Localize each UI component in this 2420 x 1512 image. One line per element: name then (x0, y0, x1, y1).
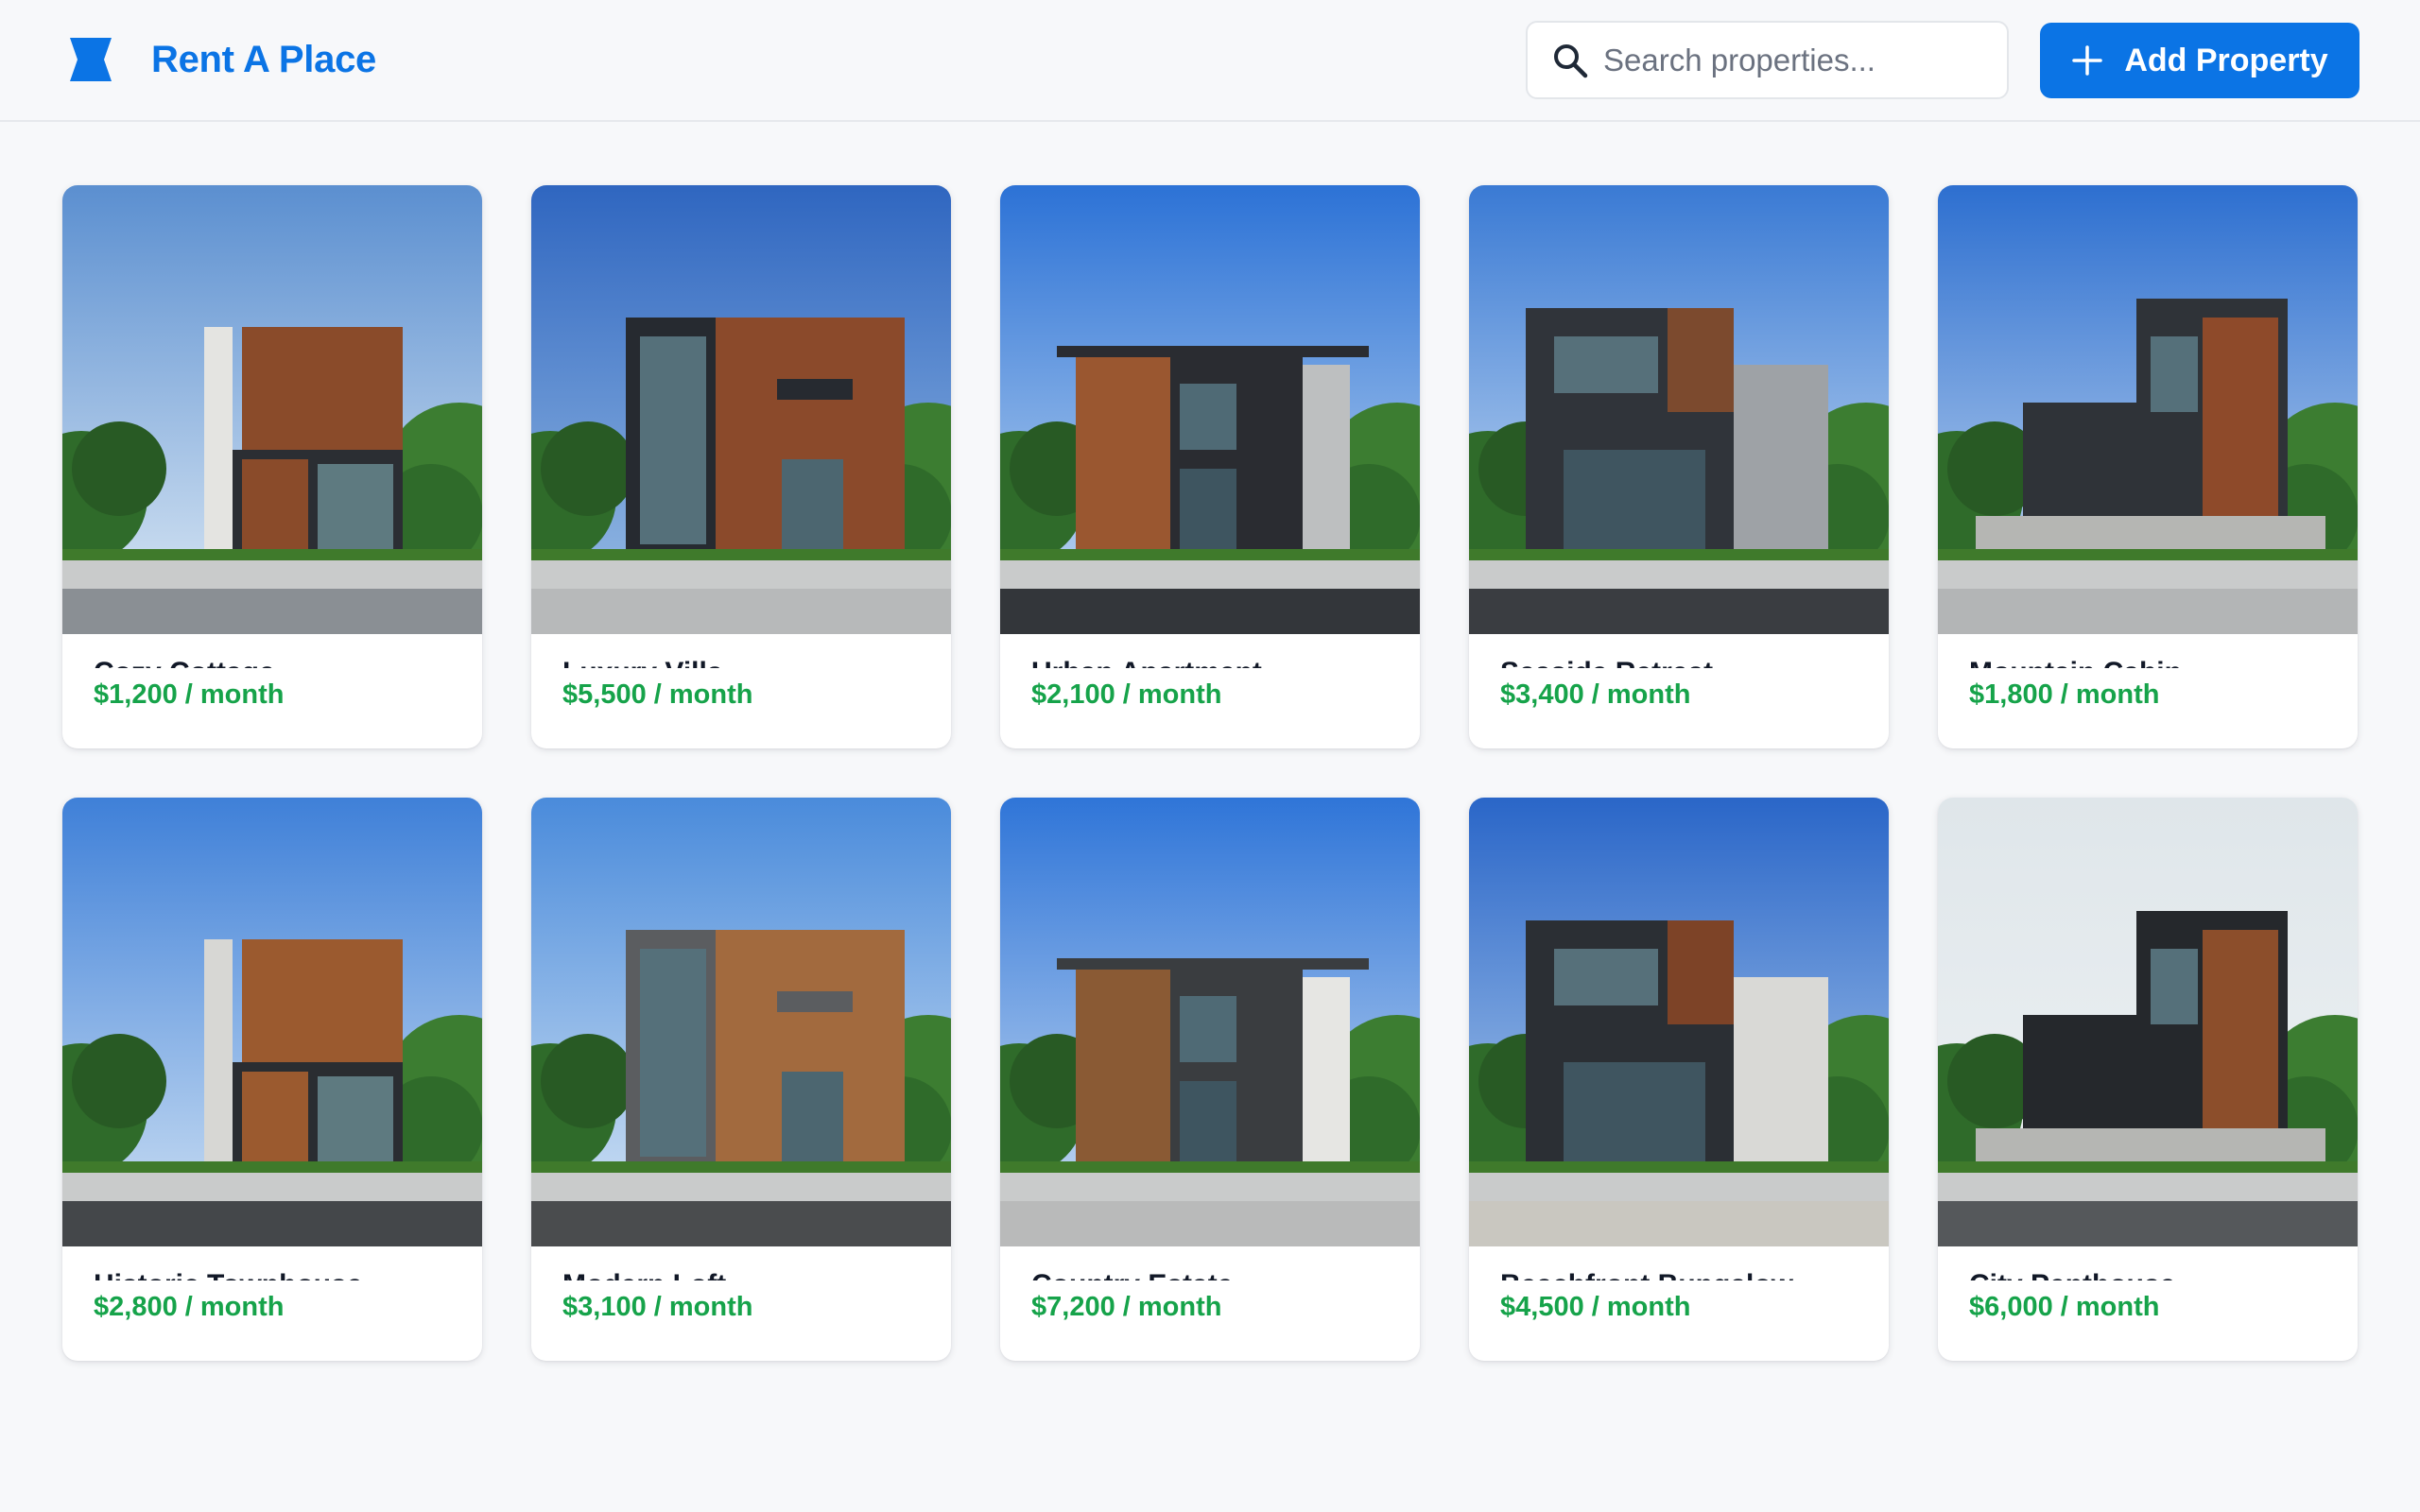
bookmark-ribbon-icon (70, 38, 112, 81)
property-photo (1469, 798, 1889, 1246)
plus-icon (2072, 45, 2103, 76)
add-property-label: Add Property (2124, 42, 2328, 78)
property-photo (531, 798, 951, 1246)
property-card[interactable]: Beachfront Bungalow $4,500 / month (1469, 798, 1889, 1361)
card-body: Modern Loft $3,100 / month (531, 1246, 951, 1361)
property-title: Cozy Cottage (94, 655, 275, 668)
property-card[interactable]: Historic Townhouse $2,800 / month (62, 798, 482, 1361)
card-body: City Penthouse $6,000 / month (1938, 1246, 2358, 1361)
search-icon (1554, 43, 1588, 77)
search-box[interactable] (1526, 21, 2009, 99)
property-title: Mountain Cabin (1969, 655, 2182, 668)
property-card[interactable]: Cozy Cottage $1,200 / month (62, 185, 482, 748)
property-title: Urban Apartment (1031, 655, 1262, 668)
property-price: $3,400 / month (1500, 679, 1691, 710)
property-title: Beachfront Bungalow (1500, 1267, 1793, 1280)
property-card[interactable]: Modern Loft $3,100 / month (531, 798, 951, 1361)
property-photo (62, 185, 482, 634)
property-grid: Cozy Cottage $1,200 / month Luxury Villa $5… (62, 185, 2360, 1361)
property-photo (1938, 185, 2358, 634)
property-price: $5,500 / month (562, 679, 753, 710)
property-price: $2,800 / month (94, 1292, 285, 1322)
card-body: Urban Apartment $2,100 / month (1000, 634, 1420, 748)
add-property-button[interactable]: Add Property (2040, 23, 2360, 98)
property-photo (62, 798, 482, 1246)
property-price: $1,800 / month (1969, 679, 2160, 710)
brand[interactable]: Rent A Place (68, 36, 376, 83)
property-photo (1938, 798, 2358, 1246)
top-bar: Rent A Place Add Property (0, 0, 2420, 122)
property-card[interactable]: Mountain Cabin $1,800 / month (1938, 185, 2358, 748)
card-body: Luxury Villa $5,500 / month (531, 634, 951, 748)
property-title: Luxury Villa (562, 655, 723, 668)
card-body: Country Estate $7,200 / month (1000, 1246, 1420, 1361)
brand-name: Rent A Place (151, 38, 376, 80)
property-photo (1000, 185, 1420, 634)
property-card[interactable]: City Penthouse $6,000 / month (1938, 798, 2358, 1361)
property-card[interactable]: Country Estate $7,200 / month (1000, 798, 1420, 1361)
property-title: Modern Loft (562, 1267, 726, 1280)
card-body: Cozy Cottage $1,200 / month (62, 634, 482, 748)
property-title: City Penthouse (1969, 1267, 2175, 1280)
property-card[interactable]: Seaside Retreat $3,400 / month (1469, 185, 1889, 748)
property-price: $6,000 / month (1969, 1292, 2160, 1322)
property-title: Country Estate (1031, 1267, 1233, 1280)
property-price: $3,100 / month (562, 1292, 753, 1322)
property-price: $2,100 / month (1031, 679, 1222, 710)
property-photo (1000, 798, 1420, 1246)
property-card[interactable]: Urban Apartment $2,100 / month (1000, 185, 1420, 748)
card-body: Beachfront Bungalow $4,500 / month (1469, 1246, 1889, 1361)
card-body: Mountain Cabin $1,800 / month (1938, 634, 2358, 748)
search-input[interactable] (1603, 42, 1981, 78)
property-photo (1469, 185, 1889, 634)
property-title: Seaside Retreat (1500, 655, 1713, 668)
property-title: Historic Townhouse (94, 1267, 362, 1280)
card-body: Seaside Retreat $3,400 / month (1469, 634, 1889, 748)
property-photo (531, 185, 951, 634)
card-body: Historic Townhouse $2,800 / month (62, 1246, 482, 1361)
property-price: $1,200 / month (94, 679, 285, 710)
property-price: $7,200 / month (1031, 1292, 1222, 1322)
property-card[interactable]: Luxury Villa $5,500 / month (531, 185, 951, 748)
property-price: $4,500 / month (1500, 1292, 1691, 1322)
